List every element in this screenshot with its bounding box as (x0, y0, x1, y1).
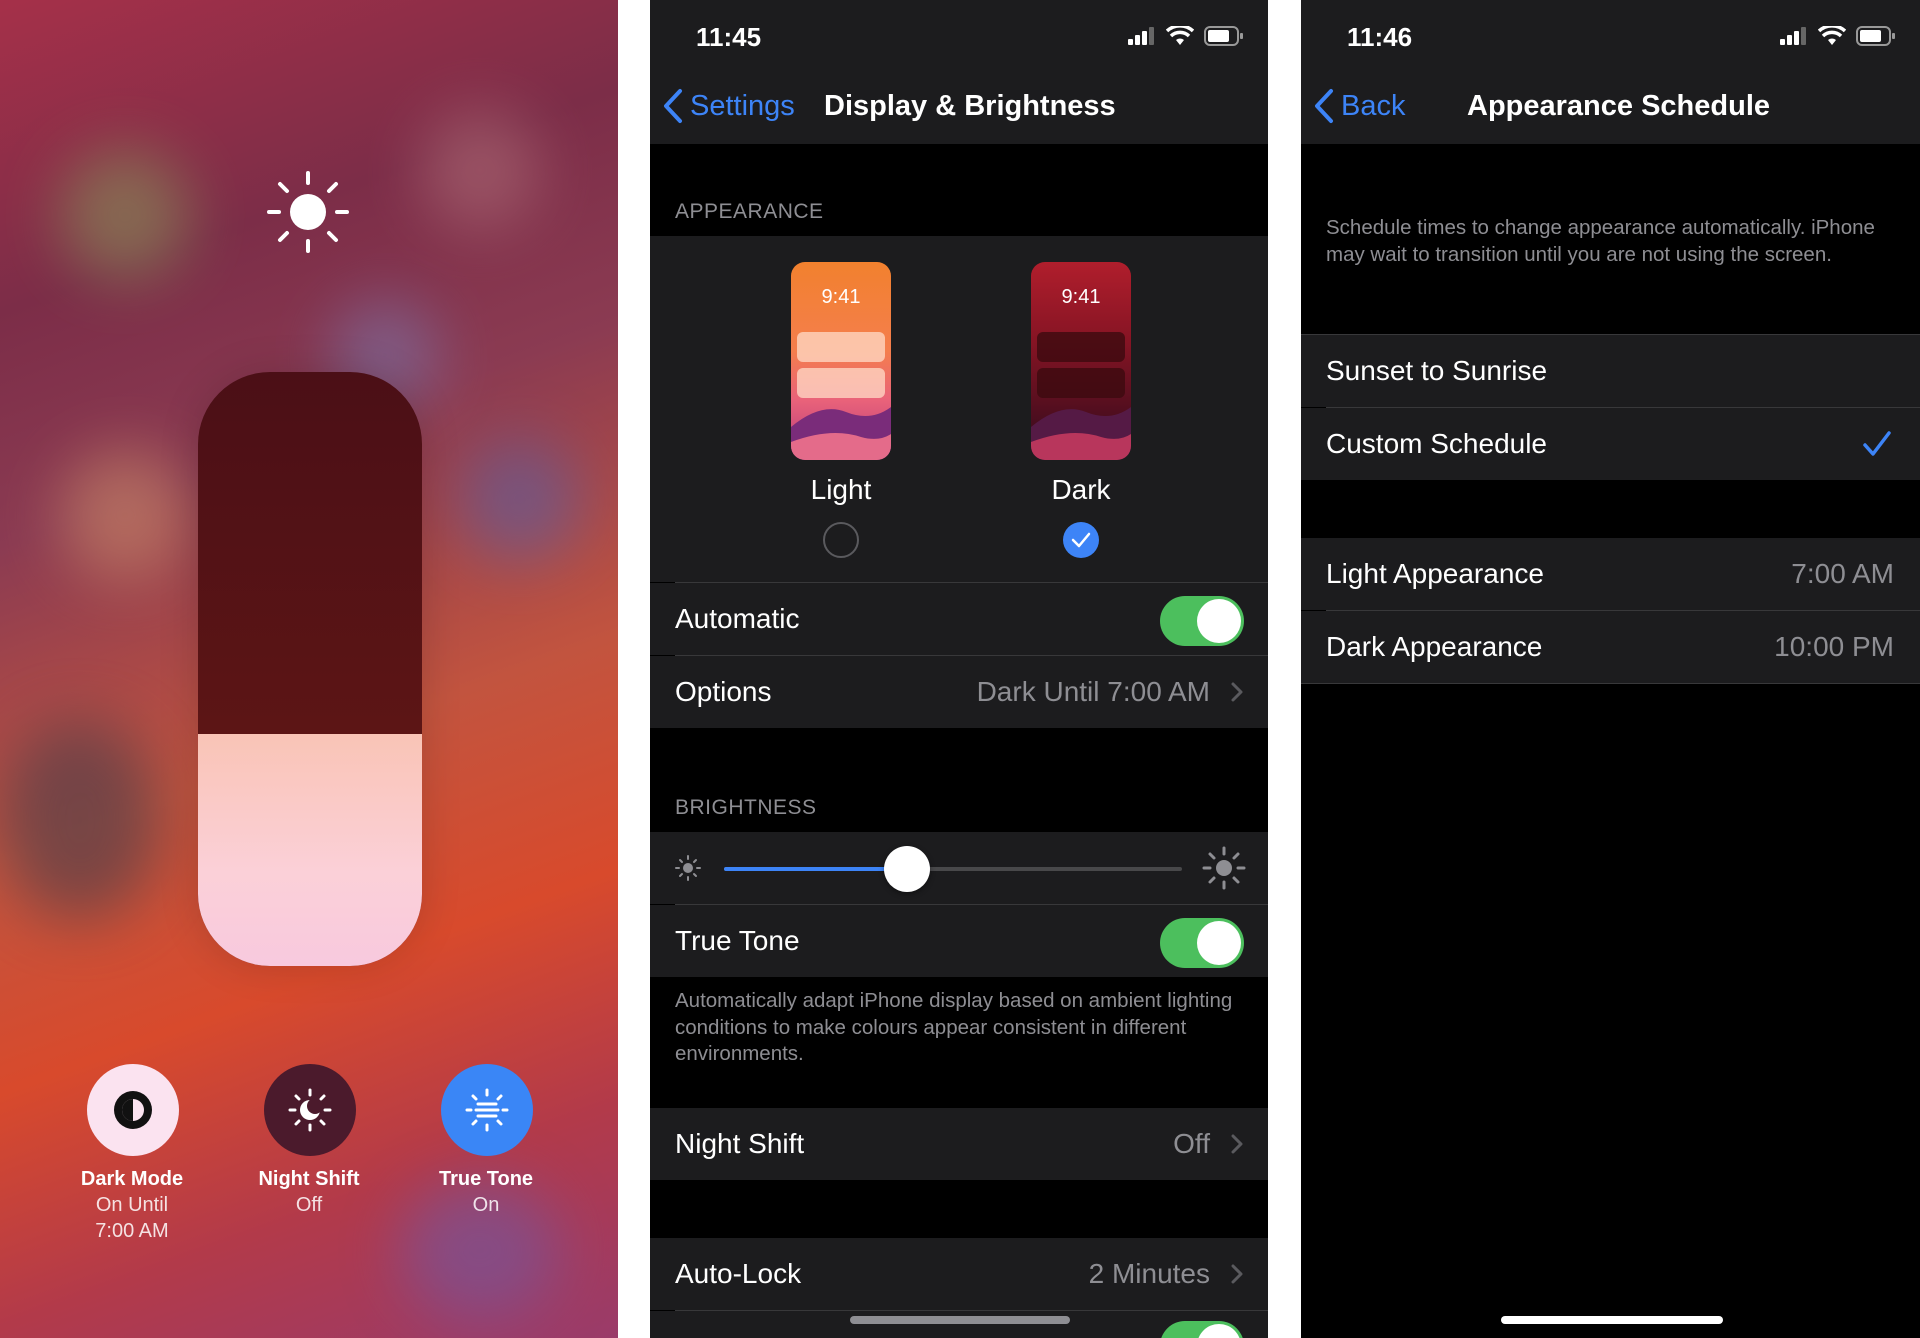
night-shift-label: Night Shift Off (219, 1166, 399, 1218)
light-radio-button[interactable] (823, 522, 859, 558)
blurred-background (60, 150, 190, 280)
brightness-header: BRIGHTNESS (675, 796, 817, 819)
blurred-background (60, 450, 190, 580)
dark-mode-icon (114, 1091, 152, 1129)
back-label: Settings (690, 89, 795, 122)
dark-appearance-row[interactable]: Dark Appearance 10:00 PM (1301, 611, 1920, 683)
blurred-background (420, 110, 540, 230)
checkmark-icon (1071, 532, 1091, 548)
back-button[interactable]: Settings (662, 88, 795, 124)
page-title: Appearance Schedule (1467, 90, 1770, 122)
control-center-panel: Dark Mode On Until 7:00 AM Night Shift O… (0, 0, 618, 1338)
chevron-right-icon (1231, 682, 1243, 702)
back-label: Back (1341, 89, 1406, 122)
brightness-high-icon (1202, 846, 1246, 890)
automatic-toggle[interactable] (1160, 596, 1244, 646)
options-row[interactable]: Options Dark Until 7:00 AM (650, 656, 1268, 728)
tile-title: Night Shift (258, 1168, 360, 1190)
display-brightness-screen: 11:45 Settings Display & Brightness APPE… (650, 0, 1268, 1338)
brightness-slider-fill (198, 734, 422, 966)
chevron-left-icon (664, 89, 682, 123)
status-bar: 11:46 (1301, 0, 1920, 70)
appearance-header: APPEARANCE (675, 200, 824, 223)
light-appearance-preview[interactable]: 9:41 (791, 262, 891, 460)
options-value: Dark Until 7:00 AM (976, 676, 1210, 707)
auto-lock-label: Auto-Lock (675, 1258, 802, 1289)
mock-wallpaper (1031, 407, 1131, 460)
dark-label: Dark (1051, 474, 1111, 505)
true-tone-icon (465, 1088, 509, 1132)
appearance-schedule-screen: 11:46 Back Appearance Schedule Schedule … (1301, 0, 1920, 1338)
dark-mode-button[interactable] (87, 1064, 179, 1156)
tile-subtitle: On (472, 1194, 500, 1216)
battery-icon (1204, 26, 1243, 46)
custom-schedule-row[interactable]: Custom Schedule (1301, 408, 1920, 480)
wifi-icon (1818, 26, 1846, 45)
brightness-slider[interactable] (198, 372, 422, 966)
navigation-bar: Settings Display & Brightness (650, 70, 1268, 144)
automatic-label: Automatic (675, 603, 800, 634)
back-button[interactable]: Back (1313, 88, 1405, 124)
true-tone-label: True Tone (675, 925, 800, 956)
chevron-right-icon (1231, 1134, 1243, 1154)
dark-appearance-value: 10:00 PM (1774, 631, 1894, 662)
true-tone-row: True Tone (650, 905, 1268, 977)
checkmark-icon (1863, 431, 1891, 456)
true-tone-label: True Tone On (396, 1166, 576, 1218)
true-tone-toggle[interactable] (1160, 918, 1244, 968)
night-shift-icon (288, 1088, 332, 1132)
night-shift-value: Off (1173, 1128, 1210, 1159)
wifi-icon (1166, 26, 1194, 45)
cellular-signal-icon (1128, 27, 1154, 45)
mock-wallpaper (791, 407, 891, 460)
brightness-slider-track[interactable] (724, 867, 1182, 871)
tile-title: True Tone (438, 1168, 534, 1190)
status-time: 11:46 (1347, 22, 1413, 52)
dark-appearance-label: Dark Appearance (1326, 631, 1543, 662)
partial-toggle[interactable] (1160, 1321, 1244, 1338)
true-tone-footer: Automatically adapt iPhone display based… (675, 989, 1233, 1065)
light-appearance-label: Light Appearance (1326, 558, 1544, 589)
dark-radio-button[interactable] (1063, 522, 1099, 558)
option-label: Custom Schedule (1326, 428, 1548, 459)
blurred-background (460, 440, 580, 560)
status-bar: 11:45 (650, 0, 1268, 70)
home-indicator[interactable] (1501, 1316, 1723, 1324)
page-title: Display & Brightness (824, 90, 1116, 122)
home-indicator[interactable] (850, 1316, 1070, 1324)
appearance-picker: 9:41 Light 9:41 Dark (650, 236, 1268, 582)
options-label: Options (675, 676, 772, 707)
true-tone-button[interactable] (441, 1064, 533, 1156)
navigation-bar: Back Appearance Schedule (1301, 70, 1920, 144)
brightness-row (650, 832, 1268, 904)
option-label: Sunset to Sunrise (1326, 355, 1548, 386)
tile-subtitle: Off (295, 1194, 323, 1216)
light-appearance-value: 7:00 AM (1791, 558, 1894, 589)
blurred-background (0, 720, 160, 920)
separator (1301, 683, 1920, 684)
light-appearance-row[interactable]: Light Appearance 7:00 AM (1301, 538, 1920, 610)
auto-lock-value: 2 Minutes (1088, 1258, 1210, 1289)
status-time: 11:45 (696, 22, 762, 52)
dark-appearance-preview[interactable]: 9:41 (1031, 262, 1131, 460)
brightness-slider-knob[interactable] (884, 846, 931, 892)
schedule-description: Schedule times to change appearance auto… (1326, 216, 1875, 266)
sunset-to-sunrise-row[interactable]: Sunset to Sunrise (1301, 335, 1920, 407)
auto-lock-row[interactable]: Auto-Lock 2 Minutes (650, 1238, 1268, 1310)
tile-title: Dark Mode (80, 1168, 184, 1190)
night-shift-row[interactable]: Night Shift Off (650, 1108, 1268, 1180)
night-shift-button[interactable] (264, 1064, 356, 1156)
light-label: Light (810, 474, 872, 505)
chevron-right-icon (1231, 1264, 1243, 1284)
battery-icon (1856, 26, 1895, 46)
brightness-slider-fill (724, 867, 908, 871)
chevron-left-icon (1315, 89, 1333, 123)
tile-subtitle: On Until 7:00 AM (95, 1194, 169, 1242)
automatic-row: Automatic (650, 583, 1268, 655)
night-shift-label: Night Shift (675, 1128, 805, 1159)
dark-mode-label: Dark Mode On Until 7:00 AM (42, 1166, 222, 1244)
brightness-sun-icon (267, 171, 349, 253)
cellular-signal-icon (1780, 27, 1806, 45)
brightness-low-icon (675, 855, 701, 881)
